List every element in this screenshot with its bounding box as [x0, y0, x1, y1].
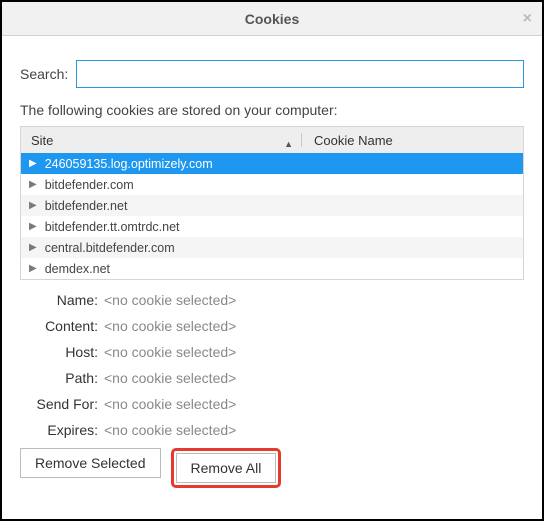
detail-host-label: Host:	[20, 344, 98, 360]
detail-sendfor: Send For: <no cookie selected>	[20, 396, 524, 412]
close-icon[interactable]: ×	[523, 2, 532, 36]
search-row: Search:	[20, 60, 524, 88]
detail-expires: Expires: <no cookie selected>	[20, 422, 524, 438]
col-site[interactable]: Site ▲	[21, 133, 301, 148]
site-cell: bitdefender.tt.omtrdc.net	[45, 220, 180, 234]
detail-name: Name: <no cookie selected>	[20, 292, 524, 308]
expand-icon: ▶	[29, 179, 37, 190]
detail-content: Content: <no cookie selected>	[20, 318, 524, 334]
table-row[interactable]: ▶ bitdefender.net	[21, 195, 523, 216]
sort-asc-icon: ▲	[284, 139, 293, 149]
cookies-dialog: Cookies × Search: The following cookies …	[0, 0, 544, 521]
table-header: Site ▲ Cookie Name	[21, 127, 523, 153]
button-row: Remove Selected Remove All	[20, 448, 524, 488]
remove-selected-button[interactable]: Remove Selected	[20, 448, 161, 478]
titlebar: Cookies ×	[2, 2, 542, 36]
dialog-body: Search: The following cookies are stored…	[2, 36, 542, 504]
site-cell: demdex.net	[45, 262, 110, 276]
detail-path: Path: <no cookie selected>	[20, 370, 524, 386]
expand-icon: ▶	[29, 242, 37, 253]
site-cell: 246059135.log.optimizely.com	[45, 157, 213, 171]
detail-name-label: Name:	[20, 292, 98, 308]
detail-expires-value: <no cookie selected>	[104, 422, 236, 438]
remove-all-highlight: Remove All	[171, 448, 282, 488]
table-row[interactable]: ▶ bitdefender.tt.omtrdc.net	[21, 216, 523, 237]
cookies-table: Site ▲ Cookie Name ▶ 246059135.log.optim…	[20, 126, 524, 280]
expand-icon: ▶	[29, 158, 37, 169]
site-cell: central.bitdefender.com	[45, 241, 175, 255]
detail-content-value: <no cookie selected>	[104, 318, 236, 334]
expand-icon: ▶	[29, 221, 37, 232]
table-body: ▶ 246059135.log.optimizely.com ▶ bitdefe…	[21, 153, 523, 279]
detail-sendfor-label: Send For:	[20, 396, 98, 412]
table-row[interactable]: ▶ central.bitdefender.com	[21, 237, 523, 258]
detail-content-label: Content:	[20, 318, 98, 334]
expand-icon: ▶	[29, 263, 37, 274]
table-row[interactable]: ▶ demdex.net	[21, 258, 523, 279]
detail-expires-label: Expires:	[20, 422, 98, 438]
col-site-label: Site	[31, 133, 53, 148]
detail-path-label: Path:	[20, 370, 98, 386]
col-cookie-name[interactable]: Cookie Name	[302, 133, 523, 148]
detail-path-value: <no cookie selected>	[104, 370, 236, 386]
site-cell: bitdefender.com	[45, 178, 134, 192]
detail-name-value: <no cookie selected>	[104, 292, 236, 308]
search-label: Search:	[20, 66, 68, 82]
detail-host-value: <no cookie selected>	[104, 344, 236, 360]
cookie-details: Name: <no cookie selected> Content: <no …	[20, 292, 524, 438]
site-cell: bitdefender.net	[45, 199, 128, 213]
detail-host: Host: <no cookie selected>	[20, 344, 524, 360]
expand-icon: ▶	[29, 200, 37, 211]
table-row[interactable]: ▶ bitdefender.com	[21, 174, 523, 195]
detail-sendfor-value: <no cookie selected>	[104, 396, 236, 412]
dialog-title: Cookies	[245, 11, 299, 27]
table-row[interactable]: ▶ 246059135.log.optimizely.com	[21, 153, 523, 174]
col-cookie-label: Cookie Name	[314, 133, 393, 148]
search-input[interactable]	[76, 60, 524, 88]
intro-text: The following cookies are stored on your…	[20, 102, 524, 118]
remove-all-button[interactable]: Remove All	[176, 453, 277, 483]
